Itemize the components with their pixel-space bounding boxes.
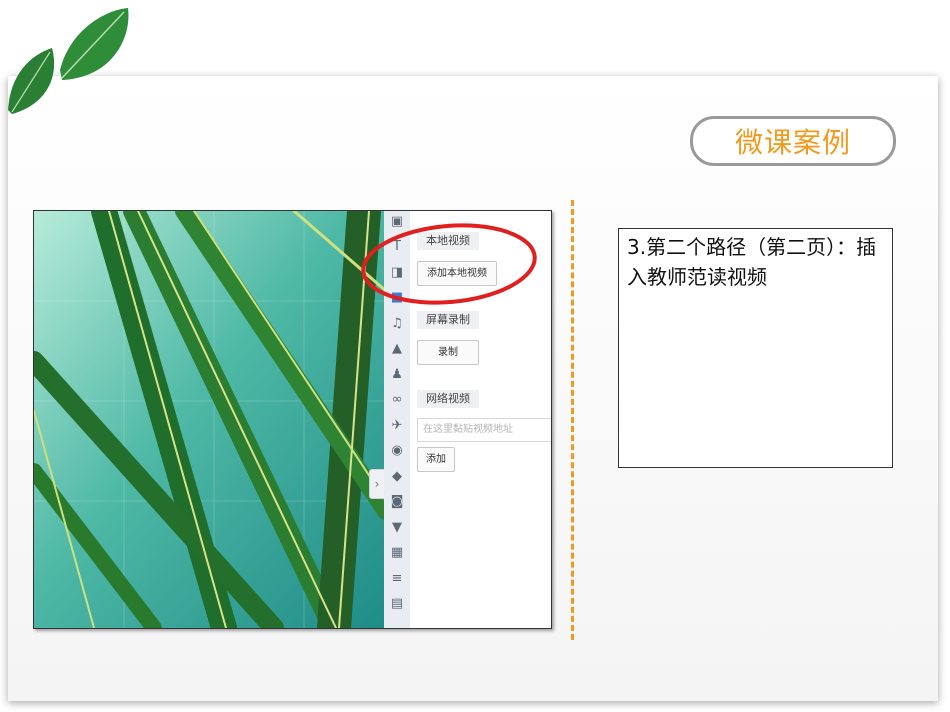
icon-toolbar: ▣ T ◨ ■ ♫ ▲ ♟ ∞ ✈ ◉ ◆ ◙ ▼ ▦ ≡ ▤ [384, 211, 411, 628]
window-icon[interactable]: ◨ [390, 266, 404, 280]
square-icon[interactable]: ■ [390, 291, 404, 305]
dashed-divider [571, 200, 574, 640]
record-button[interactable]: 录制 [417, 340, 479, 365]
tray-icon[interactable]: ▤ [390, 597, 404, 611]
music-icon[interactable]: ♫ [390, 317, 404, 331]
people-icon[interactable]: ♟ [390, 368, 404, 382]
shirt-icon[interactable]: ▼ [390, 521, 404, 535]
chevron-right-icon[interactable]: › [369, 469, 385, 499]
slide-title: 微课案例 [690, 116, 896, 166]
bamboo-background-image [34, 211, 386, 628]
video-insert-panel: 本地视频 添加本地视频 屏幕录制 录制 网络视频 在这里黏贴视频地址 添加 [410, 211, 551, 628]
grid-icon[interactable]: ▦ [390, 546, 404, 560]
layers-icon[interactable]: ≡ [390, 572, 404, 586]
screen-record-heading: 屏幕录制 [417, 311, 479, 329]
leaf-decoration [8, 8, 129, 114]
link-icon[interactable]: ∞ [390, 393, 404, 407]
web-video-heading: 网络视频 [417, 390, 479, 408]
app-screenshot: › ▣ T ◨ ■ ♫ ▲ ♟ ∞ ✈ ◉ ◆ ◙ ▼ ▦ ≡ ▤ 本地视频 添… [33, 210, 552, 629]
note-text: 3.第二个路径（第二页）：插入教师范读视频 [627, 235, 877, 289]
chart-icon[interactable]: ▲ [390, 342, 404, 356]
video-url-input[interactable]: 在这里黏贴视频地址 [417, 418, 551, 442]
plane-icon[interactable]: ✈ [390, 419, 404, 433]
text-icon[interactable]: T [390, 240, 404, 254]
add-local-video-button[interactable]: 添加本地视频 [417, 261, 497, 286]
camera-icon[interactable]: ◙ [390, 495, 404, 509]
compass-icon[interactable]: ◉ [390, 444, 404, 458]
hat-icon[interactable]: ◆ [390, 470, 404, 484]
local-video-heading: 本地视频 [417, 232, 479, 250]
add-web-video-button[interactable]: 添加 [417, 447, 455, 472]
image-icon[interactable]: ▣ [390, 215, 404, 229]
note-box: 3.第二个路径（第二页）：插入教师范读视频 [618, 228, 893, 468]
